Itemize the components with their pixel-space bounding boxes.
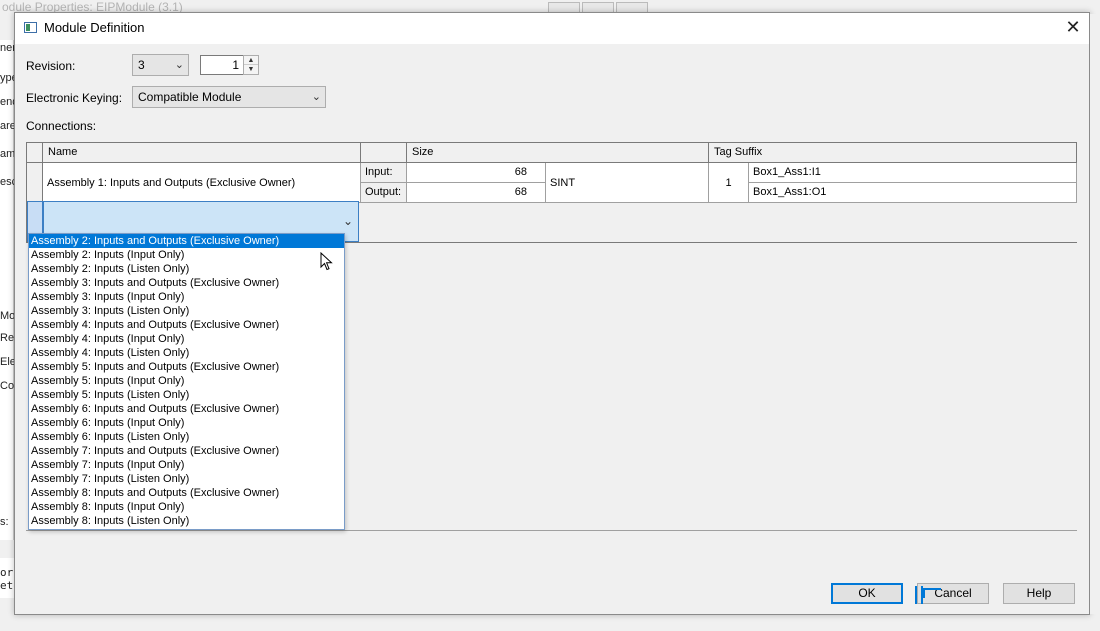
dropdown-option[interactable]: Assembly 7: Inputs (Listen Only) — [29, 472, 344, 486]
dropdown-option[interactable]: Assembly 7: Inputs (Input Only) — [29, 458, 344, 472]
background-status-label: s: — [0, 516, 9, 528]
dropdown-option[interactable]: Assembly 5: Inputs and Outputs (Exclusiv… — [29, 360, 344, 374]
grid-corner — [27, 143, 43, 163]
close-icon: ✕ — [1065, 17, 1081, 37]
revision-minor-input[interactable]: 1 — [200, 55, 244, 75]
dropdown-option[interactable]: Assembly 3: Inputs and Outputs (Exclusiv… — [29, 276, 344, 290]
ok-button[interactable]: OK — [831, 583, 903, 604]
background-output-line: or — [0, 566, 14, 579]
dropdown-option[interactable]: Assembly 4: Inputs (Listen Only) — [29, 346, 344, 360]
dropdown-option[interactable]: Assembly 6: Inputs (Input Only) — [29, 416, 344, 430]
output-size-cell[interactable]: 68 — [407, 183, 546, 203]
connections-label: Connections: — [26, 119, 97, 133]
dropdown-option[interactable]: Assembly 5: Inputs (Input Only) — [29, 374, 344, 388]
output-tag-cell: Box1_Ass1:O1 — [749, 183, 1077, 203]
input-label: Input: — [361, 163, 407, 183]
dialog-titlebar[interactable]: Module Definition ✕ — [15, 13, 1089, 44]
background-label: ype — [0, 72, 14, 84]
dropdown-option[interactable]: Assembly 7: Inputs and Outputs (Exclusiv… — [29, 444, 344, 458]
background-output-line: ete — [0, 579, 14, 592]
dropdown-option[interactable]: Assembly 3: Inputs (Input Only) — [29, 290, 344, 304]
mouse-cursor-icon — [320, 252, 333, 271]
dropdown-option[interactable]: Assembly 2: Inputs (Input Only) — [29, 248, 344, 262]
output-label: Output: — [361, 183, 407, 203]
dropdown-option[interactable]: Assembly 2: Inputs and Outputs (Exclusiv… — [29, 234, 344, 248]
dropdown-option[interactable]: Assembly 8: Inputs and Outputs (Exclusiv… — [29, 486, 344, 500]
background-label: Co — [0, 380, 14, 392]
connections-grid: Name Size Tag Suffix Assembly 1: Inputs … — [26, 142, 1077, 243]
chevron-down-icon: ⌄ — [311, 91, 321, 103]
connection-dropdown-list[interactable]: Assembly 2: Inputs and Outputs (Exclusiv… — [28, 233, 345, 530]
column-header-name[interactable]: Name — [43, 143, 361, 163]
focus-indicator — [915, 586, 923, 604]
background-label: esc — [0, 176, 14, 188]
dialog-title: Module Definition — [44, 20, 145, 35]
background-label: end — [0, 96, 14, 108]
revision-minor-stepper[interactable]: ▲ ▼ — [243, 55, 259, 75]
help-button[interactable]: Help — [1003, 583, 1075, 604]
background-label: ner — [0, 42, 14, 54]
input-tag-cell: Box1_Ass1:I1 — [749, 163, 1077, 183]
dropdown-option[interactable]: Assembly 5: Inputs (Listen Only) — [29, 388, 344, 402]
background-label: are — [0, 120, 14, 132]
electronic-keying-select[interactable]: Compatible Module ⌄ — [132, 86, 326, 108]
electronic-keying-label: Electronic Keying: — [26, 91, 123, 105]
dropdown-items: Assembly 2: Inputs and Outputs (Exclusiv… — [29, 234, 344, 528]
column-header-tag-suffix[interactable]: Tag Suffix — [709, 143, 1077, 163]
chevron-down-icon[interactable]: ⌄ — [343, 214, 353, 228]
background-label: Re — [0, 332, 14, 344]
column-header-blank — [361, 143, 407, 163]
dropdown-option[interactable]: Assembly 8: Inputs (Input Only) — [29, 500, 344, 514]
revision-major-select[interactable]: 3 ⌄ — [132, 54, 189, 76]
dropdown-option[interactable]: Assembly 6: Inputs (Listen Only) — [29, 430, 344, 444]
instance-cell: 1 — [709, 163, 749, 203]
spin-up-icon[interactable]: ▲ — [244, 56, 258, 65]
dropdown-option[interactable]: Assembly 4: Inputs (Input Only) — [29, 332, 344, 346]
close-button[interactable]: ✕ — [1057, 13, 1089, 43]
connection-name-cell[interactable]: Assembly 1: Inputs and Outputs (Exclusiv… — [43, 163, 361, 203]
background-label: ame — [0, 148, 14, 160]
background-right-strip — [1090, 14, 1100, 614]
spin-down-icon[interactable]: ▼ — [244, 65, 258, 74]
background-output-panel: or ete — [0, 558, 14, 598]
empty-row-area — [360, 203, 1077, 242]
background-left-panel — [0, 40, 14, 540]
input-size-cell[interactable]: 68 — [407, 163, 546, 183]
module-icon — [24, 22, 37, 33]
dropdown-option[interactable]: Assembly 4: Inputs and Outputs (Exclusiv… — [29, 318, 344, 332]
focus-indicator — [923, 588, 941, 598]
dropdown-option[interactable]: Assembly 2: Inputs (Listen Only) — [29, 262, 344, 276]
separator — [26, 530, 1077, 531]
row-header[interactable] — [27, 163, 43, 203]
chevron-down-icon: ⌄ — [174, 59, 184, 71]
dropdown-option[interactable]: Assembly 8: Inputs (Listen Only) — [29, 514, 344, 528]
revision-major-value: 3 — [138, 58, 145, 72]
background-label: Ele — [0, 356, 14, 368]
dropdown-option[interactable]: Assembly 3: Inputs (Listen Only) — [29, 304, 344, 318]
electronic-keying-value: Compatible Module — [138, 90, 242, 104]
dropdown-option[interactable]: Assembly 6: Inputs and Outputs (Exclusiv… — [29, 402, 344, 416]
data-type-cell[interactable]: SINT — [546, 163, 709, 203]
column-header-size[interactable]: Size — [407, 143, 709, 163]
revision-label: Revision: — [26, 59, 76, 73]
background-label: Mo — [0, 310, 14, 322]
